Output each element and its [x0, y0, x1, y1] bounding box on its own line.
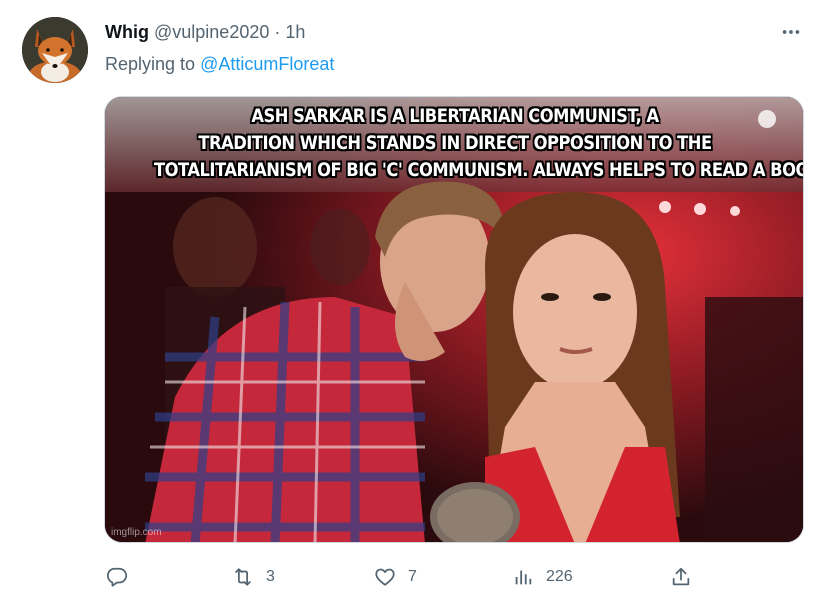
- tweet[interactable]: Whig @vulpine2020 · 1h Replying to @Atti…: [0, 0, 825, 600]
- reply-button[interactable]: [106, 562, 140, 592]
- share-icon: [672, 567, 690, 586]
- heart-icon: [375, 568, 395, 586]
- reply-mention-link[interactable]: @AtticumFloreat: [200, 54, 334, 74]
- meme-caption-line: TRADITION WHICH STANDS IN DIRECT OPPOSIT…: [198, 132, 712, 154]
- replying-to-label: Replying to: [105, 54, 196, 74]
- fox-avatar[interactable]: [22, 17, 88, 83]
- reply-icon: [106, 567, 128, 587]
- retweet-count: 3: [266, 568, 275, 585]
- replying-to-line: Replying to @AtticumFloreat: [105, 53, 334, 75]
- analytics-icon: [515, 570, 532, 585]
- display-name[interactable]: Whig: [105, 22, 149, 42]
- share-button[interactable]: [670, 562, 692, 592]
- views-count: 226: [546, 568, 573, 585]
- separator-dot: ·: [274, 22, 281, 42]
- tweet-header: Whig @vulpine2020 · 1h: [105, 21, 305, 43]
- retweet-button[interactable]: 3: [232, 562, 275, 592]
- fox-icon: [22, 17, 88, 83]
- more-options-button[interactable]: [777, 18, 805, 46]
- imgflip-watermark: imgflip.com: [111, 527, 162, 538]
- like-count: 7: [408, 568, 417, 585]
- tweet-media-image[interactable]: ASH SARKAR IS A LIBERTARIAN COMMUNIST, A…: [104, 96, 804, 543]
- more-horizontal-icon: [782, 30, 800, 34]
- meme-caption-line: TOTALITARIANISM OF BIG 'C' COMMUNISM. AL…: [154, 159, 804, 181]
- tweet-action-bar: 3 7 226: [104, 562, 704, 592]
- views-button[interactable]: 226: [512, 562, 573, 592]
- like-button[interactable]: 7: [374, 562, 417, 592]
- meme-caption-line: ASH SARKAR IS A LIBERTARIAN COMMUNIST, A: [251, 105, 659, 127]
- retweet-icon: [235, 568, 251, 586]
- timestamp[interactable]: 1h: [285, 22, 305, 42]
- user-handle[interactable]: @vulpine2020: [154, 22, 269, 42]
- meme-caption: ASH SARKAR IS A LIBERTARIAN COMMUNIST, A…: [154, 103, 804, 184]
